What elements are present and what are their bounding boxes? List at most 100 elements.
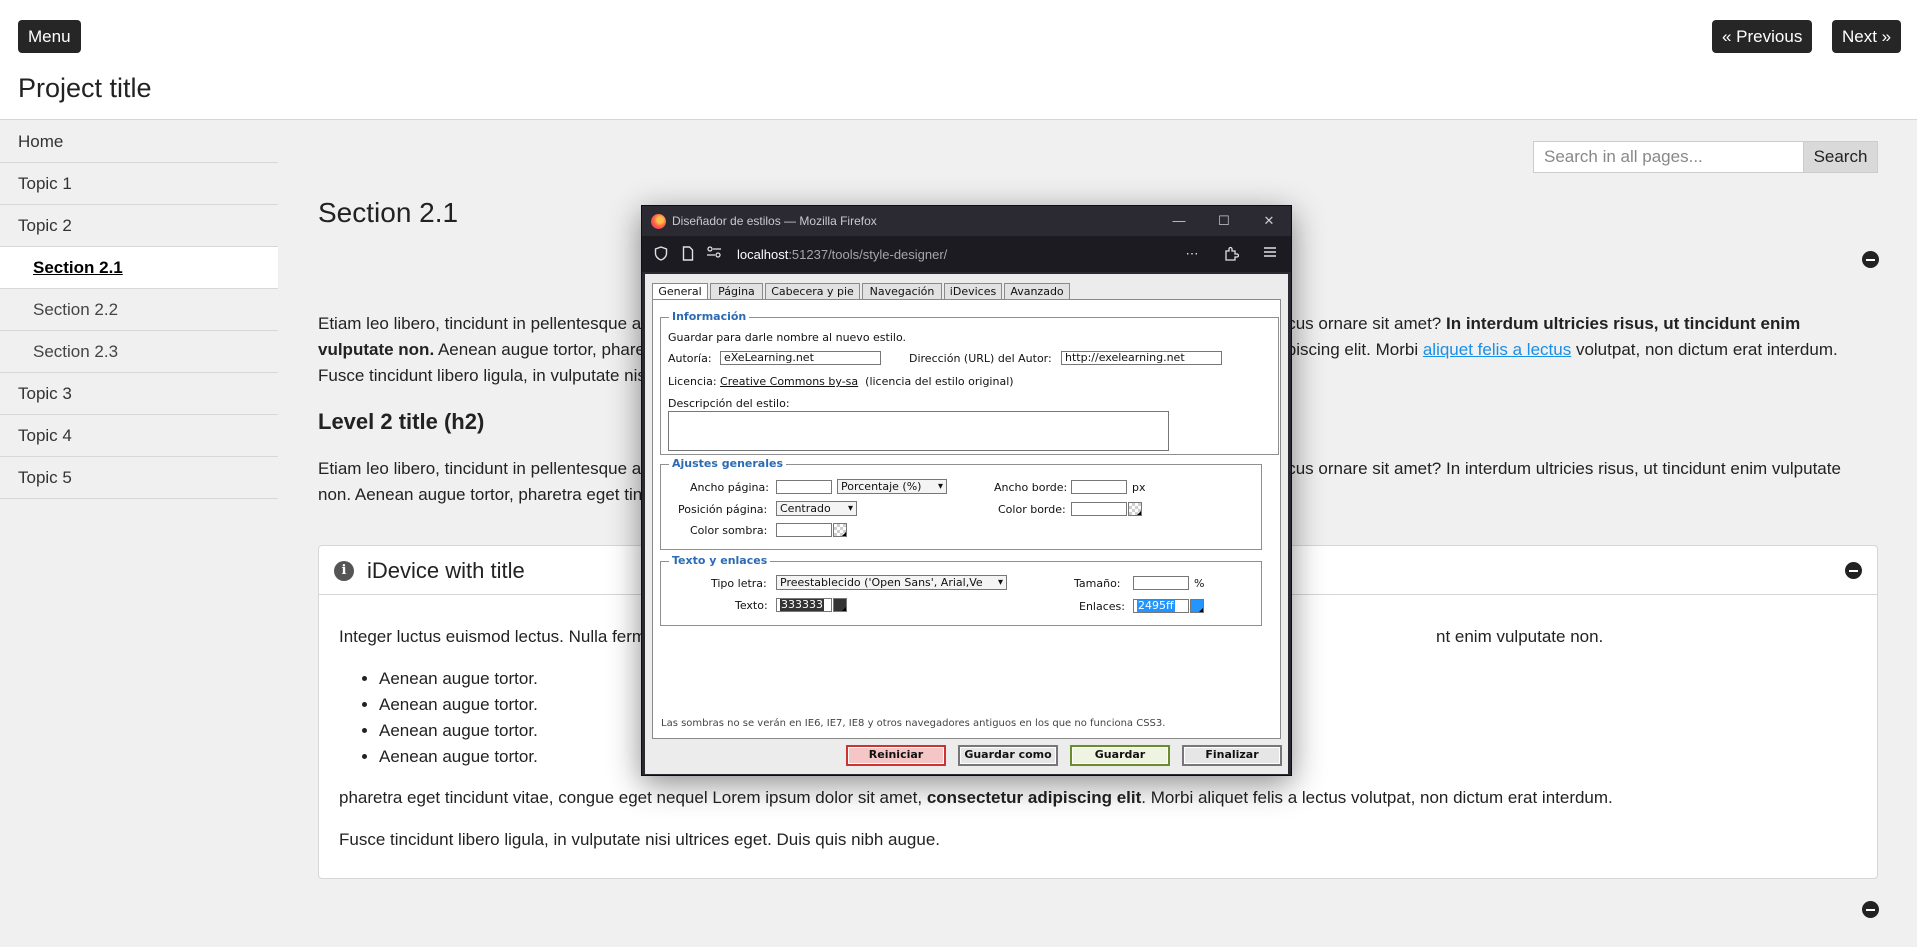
search-button[interactable]: Search: [1803, 141, 1878, 173]
links-color-label: Enlaces:: [1079, 600, 1125, 613]
text-run: lacus ornare sit amet?: [1274, 314, 1442, 333]
page-width-unit-select[interactable]: Porcentaje (%): [837, 479, 947, 494]
idevice-list: Aenean augue tortor. Aenean augue tortor…: [359, 666, 538, 770]
shadow-color-input[interactable]: [776, 523, 832, 537]
sidebar-item-topic-5[interactable]: Topic 5: [0, 457, 278, 499]
bold-text: consectetur adipiscing elit: [926, 788, 1142, 807]
shadow-color-label: Color sombra:: [690, 524, 768, 537]
tab-idevices[interactable]: iDevices: [944, 283, 1002, 299]
border-width-label: Ancho borde:: [994, 481, 1068, 494]
sidebar-item-home[interactable]: Home: [0, 121, 278, 163]
text-color-value: 333333: [780, 598, 824, 611]
text-run: volutpat, non dictum erat interdum.: [1575, 340, 1838, 359]
sidebar-item-topic-2[interactable]: Topic 2: [0, 205, 278, 247]
license-link[interactable]: Creative Commons by-sa: [720, 375, 858, 388]
license-note: (licencia del estilo original): [865, 375, 1014, 388]
sidebar-item-topic-4[interactable]: Topic 4: [0, 415, 278, 457]
more-options-icon[interactable]: ⋯: [1184, 246, 1200, 262]
tab-navegacion[interactable]: Navegación: [862, 283, 942, 299]
tab-general[interactable]: General: [652, 283, 708, 300]
text-color-input[interactable]: 333333: [776, 598, 832, 612]
font-size-label: Tamaño:: [1074, 577, 1121, 590]
maximize-icon[interactable]: ☐: [1214, 211, 1234, 231]
permissions-icon[interactable]: [706, 246, 722, 262]
tab-cabecera-y-pie[interactable]: Cabecera y pie: [765, 283, 860, 299]
font-family-select[interactable]: Preestablecido ('Open Sans', Arial,Ve: [776, 575, 1007, 590]
links-color-input[interactable]: 2495ff: [1133, 599, 1189, 613]
url-text[interactable]: localhost:51237/tools/style-designer/: [737, 247, 947, 262]
text-run: nt enim vulputate non.: [1436, 627, 1604, 646]
save-hint: Guardar para darle nombre al nuevo estil…: [668, 331, 906, 344]
author-input[interactable]: eXeLearning.net: [720, 351, 881, 365]
border-color-picker-icon[interactable]: [1128, 502, 1142, 516]
border-color-label: Color borde:: [998, 503, 1066, 516]
style-designer-app: General Página Cabecera y pie Navegación…: [645, 274, 1288, 774]
sidebar-item-topic-1[interactable]: Topic 1: [0, 163, 278, 205]
page-title: Section 2.1: [318, 197, 459, 228]
css3-shadow-note: Las sombras no se verán en IE6, IE7, IE8…: [661, 718, 1166, 729]
aliquet-link[interactable]: aliquet felis a lectus: [1423, 340, 1571, 359]
tab-avanzado[interactable]: Avanzado: [1004, 283, 1070, 299]
author-url-input[interactable]: http://exelearning.net: [1061, 351, 1222, 365]
reset-button[interactable]: Reiniciar: [846, 745, 946, 766]
list-item: Aenean augue tortor.: [379, 666, 538, 692]
links-color-picker-icon[interactable]: [1190, 599, 1204, 613]
sidebar-item-section-2-2[interactable]: Section 2.2: [0, 289, 278, 331]
author-label: Autoría:: [668, 352, 712, 365]
top-header: Menu « Previous Next » Project title: [0, 0, 1917, 120]
next-button[interactable]: Next »: [1832, 20, 1902, 53]
tab-pagina[interactable]: Página: [710, 283, 763, 299]
shadow-color-picker-icon[interactable]: [833, 523, 847, 537]
previous-button[interactable]: « Previous: [1712, 20, 1813, 53]
text-run: pharetra eget tincidunt vitae, congue eg…: [339, 788, 923, 807]
close-icon[interactable]: ✕: [1259, 211, 1279, 231]
save-as-button[interactable]: Guardar como: [958, 745, 1058, 766]
info-icon: i: [334, 561, 354, 581]
hamburger-menu-icon[interactable]: [1262, 246, 1278, 262]
text-run: Fusce tincidunt libero ligula, in vulput…: [318, 366, 650, 385]
license-label: Licencia: Creative Commons by-sa (licenc…: [668, 375, 1014, 388]
extensions-icon[interactable]: [1223, 246, 1239, 262]
menu-button[interactable]: Menu: [18, 20, 81, 53]
idevice-paragraph: Fusce tincidunt libero ligula, in vulput…: [339, 827, 1849, 853]
list-item: Aenean augue tortor.: [379, 744, 538, 770]
font-size-input[interactable]: [1133, 576, 1189, 590]
text-run: non. Aenean augue tortor, pharetra eget …: [318, 485, 651, 504]
author-url-label: Dirección (URL) del Autor:: [909, 352, 1052, 365]
finish-button[interactable]: Finalizar: [1182, 745, 1282, 766]
minimize-icon[interactable]: —: [1169, 211, 1189, 231]
border-width-unit: px: [1132, 481, 1146, 494]
text-links-legend: Texto y enlaces: [669, 554, 771, 567]
idevice-paragraph: pharetra eget tincidunt vitae, congue eg…: [339, 785, 1849, 811]
font-family-label: Tipo letra:: [711, 577, 767, 590]
links-color-value: 2495ff: [1137, 599, 1175, 612]
url-bar: localhost:51237/tools/style-designer/ ⋯: [642, 236, 1291, 272]
collapse-icon[interactable]: [1862, 901, 1879, 918]
text-links-fieldset: Texto y enlaces Tipo letra: Preestableci…: [660, 554, 1262, 626]
text-run: . Morbi aliquet felis a lectus volutpat,…: [1141, 788, 1613, 807]
border-width-input[interactable]: [1071, 480, 1127, 494]
page-position-select[interactable]: Centrado: [776, 501, 857, 516]
style-designer-window: Diseñador de estilos — Mozilla Firefox —…: [641, 205, 1292, 776]
save-button[interactable]: Guardar: [1070, 745, 1170, 766]
text-color-picker-icon[interactable]: [833, 598, 847, 612]
list-item: Aenean augue tortor.: [379, 692, 538, 718]
page-position-label: Posición página:: [678, 503, 768, 516]
sidebar-item-section-2-1[interactable]: Section 2.1: [0, 247, 278, 289]
text-color-label: Texto:: [735, 599, 768, 612]
general-settings-fieldset: Ajustes generales Ancho página: Porcenta…: [660, 457, 1262, 550]
sidebar-item-section-2-3[interactable]: Section 2.3: [0, 331, 278, 373]
border-color-input[interactable]: [1071, 502, 1127, 516]
search-input[interactable]: [1533, 141, 1803, 173]
sidebar-item-topic-3[interactable]: Topic 3: [0, 373, 278, 415]
description-textarea[interactable]: [668, 411, 1169, 451]
level-2-heading: Level 2 title (h2): [318, 409, 485, 434]
page-icon[interactable]: [680, 246, 696, 262]
shield-icon[interactable]: [653, 246, 669, 262]
page-width-input[interactable]: [776, 480, 832, 494]
text-run: Etiam leo libero, tincidunt in pellentes…: [318, 459, 646, 478]
collapse-icon[interactable]: [1862, 251, 1879, 268]
collapse-icon[interactable]: [1845, 562, 1862, 579]
window-titlebar[interactable]: Diseñador de estilos — Mozilla Firefox —…: [642, 206, 1291, 236]
idevice-title: iDevice with title: [367, 558, 525, 583]
